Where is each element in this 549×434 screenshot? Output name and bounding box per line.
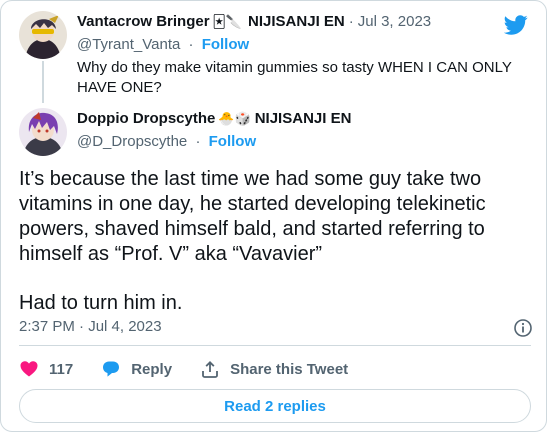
author-display-name[interactable]: Doppio Dropscythe: [77, 110, 215, 127]
parent-avatar[interactable]: [19, 11, 67, 59]
author-name-emojis: 🐣🎲: [218, 110, 251, 126]
tweet-timestamp[interactable]: 2:37 PM · Jul 4, 2023: [19, 318, 162, 335]
author-avatar[interactable]: [19, 108, 67, 156]
thread-connector-line: [42, 61, 44, 103]
like-count: 117: [49, 360, 74, 378]
author-handle-separator: ·: [195, 133, 201, 150]
tweet-paragraph-2: Had to turn him in.: [19, 292, 183, 314]
like-action[interactable]: 117: [19, 359, 73, 379]
action-divider: [19, 345, 531, 346]
parent-tweet-text: Why do they make vitamin gummies so tast…: [77, 59, 512, 96]
twitter-bird-icon[interactable]: [504, 13, 528, 37]
parent-date[interactable]: Jul 3, 2023: [358, 13, 431, 30]
embedded-tweet-card: Vantacrow Bringer 🃏🔪 NIJISANJI EN · Jul …: [0, 0, 547, 432]
parent-org: NIJISANJI EN: [248, 13, 345, 30]
parent-display-name[interactable]: Vantacrow Bringer: [77, 13, 210, 30]
parent-handle[interactable]: @Tyrant_Vanta: [77, 36, 180, 53]
tweet-actions: 117 Reply Share this Tweet: [19, 358, 376, 380]
parent-name-row: Vantacrow Bringer 🃏🔪 NIJISANJI EN · Jul …: [77, 13, 431, 30]
share-action[interactable]: Share this Tweet: [200, 359, 348, 379]
author-follow-link[interactable]: Follow: [209, 133, 257, 150]
reply-label: Reply: [131, 360, 173, 378]
parent-date-separator: ·: [348, 13, 354, 30]
parent-handle-row: @Tyrant_Vanta · Follow: [77, 36, 249, 53]
parent-handle-separator: ·: [188, 36, 194, 53]
author-handle-row: @D_Dropscythe · Follow: [77, 133, 256, 150]
reply-action[interactable]: Reply: [101, 359, 172, 379]
author-org: NIJISANJI EN: [254, 110, 352, 127]
heart-icon: [20, 361, 38, 377]
tweet-paragraph-1: It’s because the last time we had some g…: [19, 168, 486, 265]
share-icon: [202, 361, 218, 378]
author-handle[interactable]: @D_Dropscythe: [77, 133, 187, 150]
reply-icon: [103, 361, 120, 377]
share-label: Share this Tweet: [230, 360, 349, 378]
read-replies-button[interactable]: Read 2 replies: [19, 389, 531, 423]
parent-name-emojis: 🃏🔪: [212, 13, 243, 29]
info-icon[interactable]: [513, 318, 533, 338]
parent-follow-link[interactable]: Follow: [202, 36, 250, 53]
tweet-body: It’s because the last time we had some g…: [19, 167, 519, 316]
author-name-row: Doppio Dropscythe 🐣🎲 NIJISANJI EN: [77, 110, 351, 127]
